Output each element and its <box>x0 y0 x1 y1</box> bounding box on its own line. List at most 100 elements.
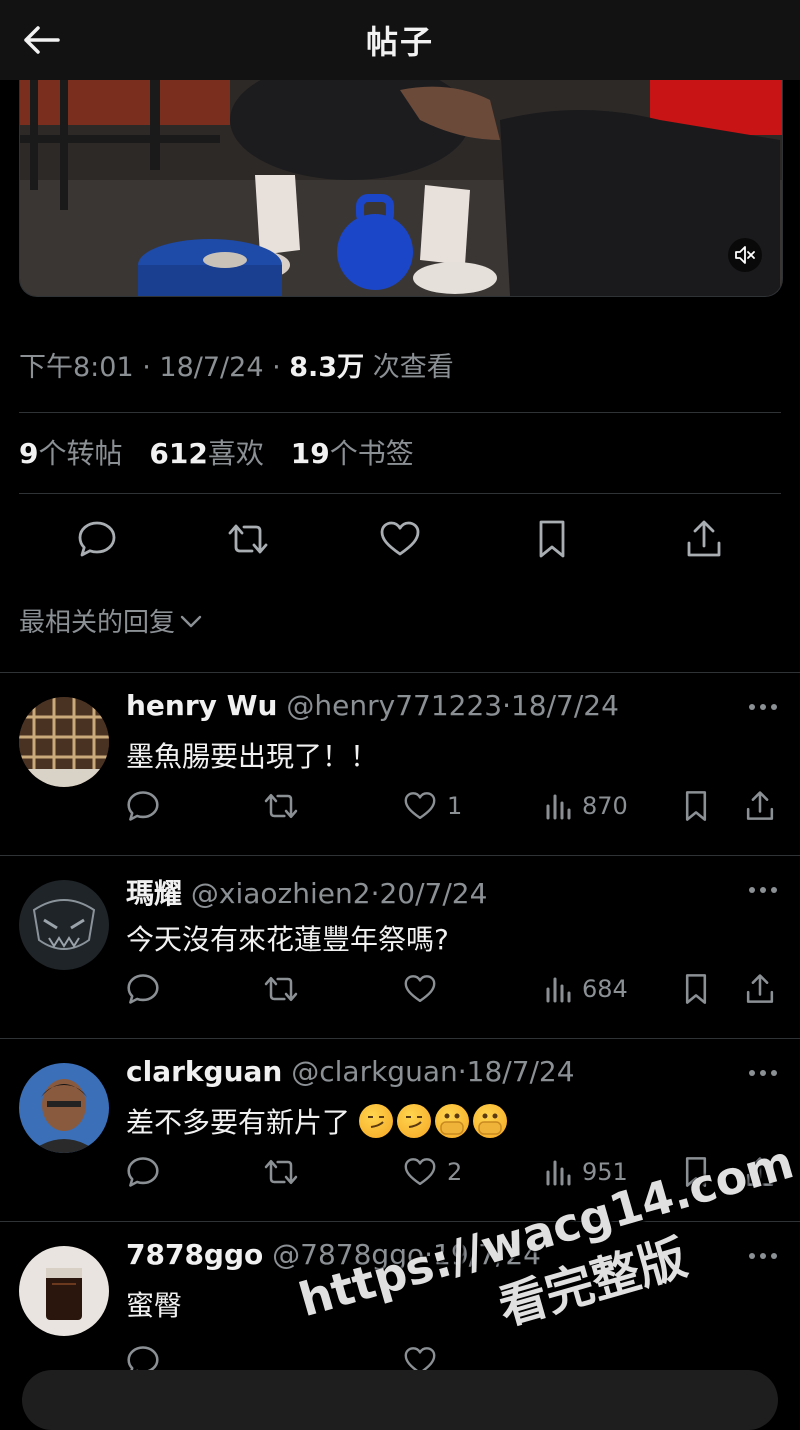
bookmark-icon <box>685 1157 707 1187</box>
post-date: 18/7/24 <box>159 352 264 383</box>
post-video[interactable] <box>19 80 783 297</box>
speaker-muted-icon <box>735 246 755 264</box>
like-button[interactable] <box>403 970 447 1008</box>
view-count: 684 <box>582 975 628 1003</box>
ellipsis-icon[interactable] <box>748 1067 778 1079</box>
views-button[interactable]: 870 <box>544 787 628 825</box>
like-count: 2 <box>447 1158 463 1186</box>
reply-author-name[interactable]: henry Wu <box>126 689 277 722</box>
avatar[interactable] <box>19 1063 109 1153</box>
repost-button[interactable] <box>262 970 300 1008</box>
reply-date: 20/7/24 <box>379 877 488 910</box>
views-count: 8.3万 <box>289 352 365 383</box>
view-count: 951 <box>582 1158 628 1186</box>
sort-label: 最相关的回复 <box>19 608 176 638</box>
bookmark-icon <box>539 520 565 558</box>
bookmark-button[interactable] <box>682 1153 710 1191</box>
reply-author-handle[interactable]: @7878ggo <box>272 1238 424 1271</box>
chevron-down-icon <box>180 615 202 627</box>
ellipsis-icon[interactable] <box>748 884 778 896</box>
share-icon <box>746 974 774 1003</box>
reply-button[interactable] <box>126 1153 160 1191</box>
share-button[interactable] <box>745 787 775 825</box>
reply-text: 今天沒有來花蓮豐年祭嗎? <box>126 923 449 956</box>
reply-text-line: 差不多要有新片了 <box>126 1101 511 1141</box>
reply-text: 差不多要有新片了 <box>126 1106 351 1139</box>
reply-button[interactable] <box>126 970 160 1008</box>
bookmarks-stat[interactable]: 19个书签 <box>291 437 414 470</box>
reply-date: 19/7/24 <box>433 1238 541 1271</box>
speech-bubble-icon <box>127 1157 159 1187</box>
reply-composer[interactable] <box>22 1370 778 1430</box>
post-stats: 9个转帖 612喜欢 19个书签 <box>19 432 414 472</box>
top-bar: 帖子 <box>0 0 800 80</box>
reply-button[interactable] <box>75 515 119 563</box>
bar-chart-icon <box>546 977 571 1003</box>
bar-chart-icon <box>546 1160 571 1186</box>
repost-button[interactable] <box>226 515 270 563</box>
avatar[interactable] <box>19 697 109 787</box>
share-icon <box>746 1157 774 1186</box>
reply-header: 7878ggo @7878ggo·19/7/24 <box>126 1238 541 1271</box>
avatar[interactable] <box>19 880 109 970</box>
mute-button[interactable] <box>728 238 762 272</box>
post-meta: 下午8:01 · 18/7/24 · 8.3万 次查看 <box>19 352 454 383</box>
bookmark-button[interactable] <box>682 787 710 825</box>
reposts-stat[interactable]: 9个转帖 <box>19 437 123 470</box>
share-button[interactable] <box>745 1153 775 1191</box>
reply-author-handle[interactable]: @xiaozhien2 <box>191 877 371 910</box>
reply-header: 瑪耀 @xiaozhien2·20/7/24 <box>126 877 488 910</box>
reply-item[interactable]: 7878ggo @7878ggo·19/7/24 蜜臀 <box>0 1222 800 1391</box>
views-button[interactable]: 951 <box>544 1153 628 1191</box>
reply-header: henry Wu @henry771223·18/7/24 <box>126 689 619 722</box>
views-label[interactable]: 次查看 <box>373 352 454 383</box>
avatar[interactable] <box>19 1246 109 1336</box>
like-button[interactable] <box>378 515 422 563</box>
heart-icon <box>404 1158 436 1186</box>
post-time: 下午8:01 <box>19 352 134 383</box>
reply-item[interactable]: clarkguan @clarkguan·18/7/24 差不多要有新片了 2 … <box>0 1039 800 1222</box>
reply-date: 18/7/24 <box>510 689 619 722</box>
reply-date: 18/7/24 <box>466 1055 575 1088</box>
reply-author-handle[interactable]: @henry771223 <box>286 689 502 722</box>
reply-button[interactable] <box>126 787 160 825</box>
reply-author-handle[interactable]: @clarkguan <box>291 1055 457 1088</box>
reply-item[interactable]: 瑪耀 @xiaozhien2·20/7/24 今天沒有來花蓮豐年祭嗎? 684 <box>0 856 800 1039</box>
reply-author-name[interactable]: 7878ggo <box>126 1238 263 1271</box>
ellipsis-icon[interactable] <box>748 1250 778 1262</box>
reply-header: clarkguan @clarkguan·18/7/24 <box>126 1055 575 1088</box>
back-button[interactable] <box>22 20 62 60</box>
like-button[interactable]: 2 <box>403 1153 462 1191</box>
smirk-emoji-icon <box>396 1104 431 1138</box>
repost-button[interactable] <box>262 1153 300 1191</box>
share-button[interactable] <box>682 515 726 563</box>
divider <box>19 412 781 413</box>
likes-stat[interactable]: 612喜欢 <box>149 437 263 470</box>
speech-bubble-icon <box>127 974 159 1004</box>
smirk-emoji-icon <box>358 1104 393 1138</box>
post-action-bar <box>0 515 800 565</box>
reply-actions: 684 <box>0 970 800 1010</box>
bookmark-button[interactable] <box>682 970 710 1008</box>
bookmark-button[interactable] <box>530 515 574 563</box>
avatar-image <box>19 1063 109 1153</box>
repost-button[interactable] <box>262 787 300 825</box>
share-icon <box>687 520 721 557</box>
share-icon <box>746 791 774 820</box>
reply-actions: 1 870 <box>0 787 800 827</box>
bar-chart-icon <box>546 794 571 820</box>
face-with-hand-over-mouth-icon <box>472 1104 507 1138</box>
avatar-image <box>19 1246 109 1336</box>
heart-icon <box>404 975 436 1003</box>
reply-sort-dropdown[interactable]: 最相关的回复 <box>19 602 203 639</box>
views-button[interactable]: 684 <box>544 970 628 1008</box>
like-button[interactable]: 1 <box>403 787 462 825</box>
repost-icon <box>264 793 298 819</box>
reply-author-name[interactable]: clarkguan <box>126 1055 282 1088</box>
reply-item[interactable]: henry Wu @henry771223·18/7/24 墨魚腸要出現了！！ … <box>0 673 800 856</box>
reply-text: 蜜臀 <box>126 1289 183 1322</box>
share-button[interactable] <box>745 970 775 1008</box>
reply-author-name[interactable]: 瑪耀 <box>126 877 182 910</box>
speech-bubble-icon <box>127 791 159 821</box>
ellipsis-icon[interactable] <box>748 701 778 713</box>
